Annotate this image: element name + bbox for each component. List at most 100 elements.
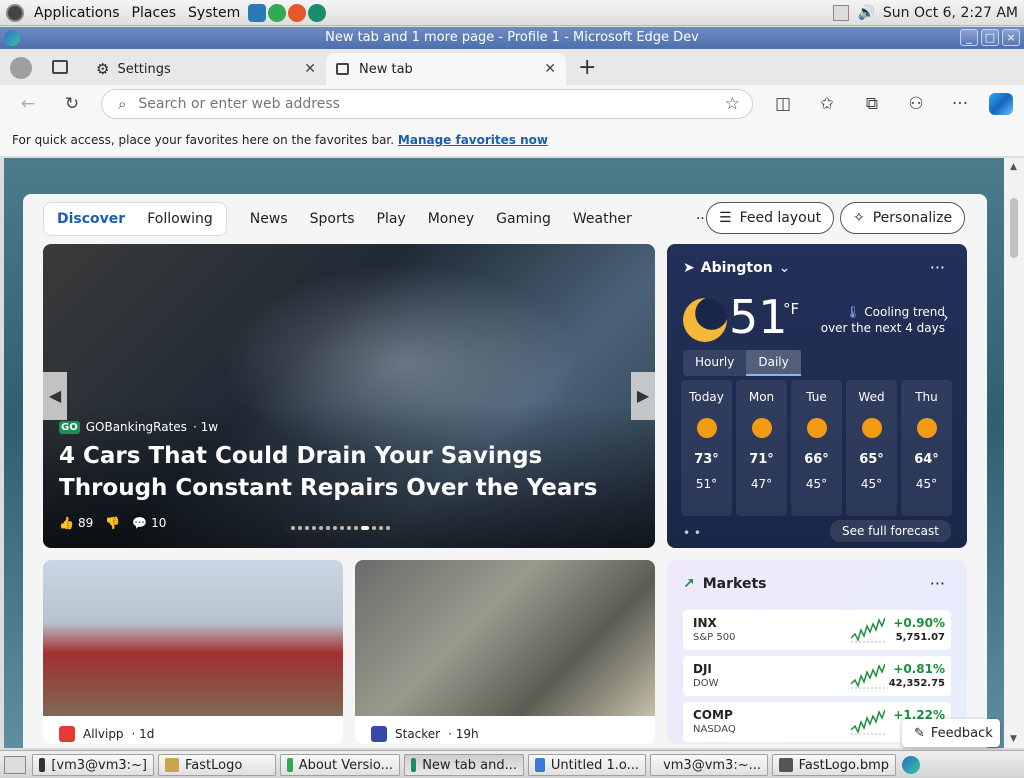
carousel-dot[interactable] xyxy=(305,526,309,530)
menu-places[interactable]: Places xyxy=(126,5,183,21)
forecast-day[interactable]: Tue 66° 45° xyxy=(791,380,842,516)
nav-weather[interactable]: Weather xyxy=(562,211,643,227)
collections-icon[interactable]: ⧉ xyxy=(861,93,883,115)
address-bar[interactable]: ⌕ ☆ xyxy=(101,89,753,119)
forecast-day[interactable]: Today 73° 51° xyxy=(681,380,732,516)
tab-actions-icon[interactable] xyxy=(52,60,68,74)
carousel-dot[interactable] xyxy=(312,526,316,530)
favorites-icon[interactable]: ✩ xyxy=(816,93,838,115)
show-desktop-icon[interactable] xyxy=(4,756,26,774)
market-row[interactable]: INX S&P 500 +0.90% 5,751.07 xyxy=(683,610,951,650)
hero-source[interactable]: GO GOBankingRates · 1w xyxy=(59,420,218,434)
tab-hourly[interactable]: Hourly xyxy=(683,350,746,376)
menu-system[interactable]: System xyxy=(182,5,246,21)
weather-trend[interactable]: 🌡 Cooling trend over the next 4 days xyxy=(817,304,945,336)
market-row[interactable]: DJI DOW +0.81% 42,352.75 xyxy=(683,656,951,696)
carousel-dot[interactable] xyxy=(298,526,302,530)
scroll-down-arrow-icon[interactable]: ▼ xyxy=(1010,734,1017,744)
carousel-dot[interactable] xyxy=(340,526,344,530)
tray-edge-icon[interactable] xyxy=(902,756,920,774)
tab-following[interactable]: Following xyxy=(136,205,224,233)
forecast-day[interactable]: Mon 71° 47° xyxy=(736,380,787,516)
window-titlebar[interactable]: New tab and 1 more page - Profile 1 - Mi… xyxy=(0,27,1024,49)
weather-unit[interactable]: °F xyxy=(783,300,799,318)
page-scrollbar[interactable]: ▲ ▼ xyxy=(1004,158,1024,748)
nav-money[interactable]: Money xyxy=(417,211,485,227)
carousel-dot[interactable] xyxy=(291,526,295,530)
hero-headline[interactable]: 4 Cars That Could Drain Your Savings Thr… xyxy=(59,440,639,504)
taskbar-item[interactable]: vm3@vm3:~... xyxy=(650,754,768,776)
comment-icon[interactable]: 💬 xyxy=(132,516,147,530)
manage-favorites-link[interactable]: Manage favorites now xyxy=(398,133,548,147)
profile-avatar-icon[interactable] xyxy=(10,57,32,79)
weather-location[interactable]: ➤ Abington ⌄ xyxy=(683,260,790,276)
card-image[interactable] xyxy=(355,560,655,716)
weather-page-dots[interactable]: • • xyxy=(683,526,701,540)
extensions-icon[interactable]: ⚇ xyxy=(905,93,927,115)
carousel-dot[interactable] xyxy=(372,526,376,530)
tab-new-tab[interactable]: New tab ✕ xyxy=(326,53,566,85)
taskbar-item[interactable]: About Versio... xyxy=(280,754,400,776)
chrome-launcher-icon[interactable] xyxy=(268,3,287,22)
split-screen-icon[interactable]: ◫ xyxy=(772,93,794,115)
forecast-day[interactable]: Thu 64° 45° xyxy=(901,380,952,516)
tab-daily[interactable]: Daily xyxy=(746,350,801,376)
settings-more-icon[interactable]: ··· xyxy=(949,93,971,115)
tab-settings[interactable]: ⚙ Settings ✕ xyxy=(86,53,326,85)
carousel-dot[interactable] xyxy=(347,526,351,530)
tab-new-tab-close-icon[interactable]: ✕ xyxy=(544,61,556,77)
edge-dev-launcher-icon[interactable] xyxy=(308,3,327,22)
dislike-icon[interactable]: 👎 xyxy=(105,516,120,530)
taskbar-item[interactable]: Untitled 1.o... xyxy=(528,754,646,776)
carousel-dot[interactable] xyxy=(379,526,383,530)
taskbar-item[interactable]: FastLogo xyxy=(158,754,276,776)
taskbar-item[interactable]: [vm3@vm3:~] xyxy=(32,754,154,776)
nav-gaming[interactable]: Gaming xyxy=(485,211,562,227)
news-card[interactable]: Stacker · 19h xyxy=(355,560,655,744)
markets-card[interactable]: ↗ Markets ··· INX S&P 500 +0.90% 5,751.07 DJ… xyxy=(667,560,967,744)
volume-icon[interactable]: 🔊 xyxy=(857,5,874,21)
hero-prev-arrow-icon[interactable]: ◀ xyxy=(43,372,67,420)
news-card[interactable]: Allvipp · 1d xyxy=(43,560,343,744)
hero-carousel[interactable]: ◀ ▶ GO GOBankingRates · 1w 4 Cars That C… xyxy=(43,244,655,548)
tab-settings-close-icon[interactable]: ✕ xyxy=(304,61,316,77)
forecast-day[interactable]: Wed 65° 45° xyxy=(846,380,897,516)
address-input[interactable] xyxy=(138,96,725,112)
carousel-dot[interactable] xyxy=(326,526,330,530)
markets-header[interactable]: ↗ Markets xyxy=(683,576,766,592)
hero-next-arrow-icon[interactable]: ▶ xyxy=(631,372,655,420)
maximize-button[interactable]: □ xyxy=(981,29,999,46)
like-icon[interactable]: 👍 xyxy=(59,516,74,530)
menu-applications[interactable]: Applications xyxy=(28,5,126,21)
carousel-dot[interactable] xyxy=(361,526,369,530)
copilot-icon[interactable] xyxy=(989,93,1013,115)
carousel-dot[interactable] xyxy=(386,526,390,530)
feedback-button[interactable]: ✎ Feedback xyxy=(902,719,1000,747)
taskbar-item[interactable]: New tab and... xyxy=(404,754,524,776)
carousel-dot[interactable] xyxy=(354,526,358,530)
back-arrow-icon[interactable]: ← xyxy=(17,93,39,115)
network-icon[interactable] xyxy=(833,4,850,21)
close-window-button[interactable]: × xyxy=(1002,29,1020,46)
carousel-dot[interactable] xyxy=(319,526,323,530)
card-source[interactable]: Allvipp · 1d xyxy=(59,726,154,742)
carousel-dot[interactable] xyxy=(333,526,337,530)
scroll-up-arrow-icon[interactable]: ▲ xyxy=(1010,162,1017,172)
favorite-star-icon[interactable]: ☆ xyxy=(725,94,740,114)
carousel-dots[interactable] xyxy=(285,523,396,533)
nav-play[interactable]: Play xyxy=(366,211,417,227)
firefox-launcher-icon[interactable] xyxy=(288,3,307,22)
weather-card[interactable]: ➤ Abington ⌄ ··· 51 °F 🌡 Cooling trend o… xyxy=(667,244,967,548)
minimize-button[interactable]: _ xyxy=(960,29,978,46)
personalize-button[interactable]: ✧ Personalize xyxy=(840,202,966,234)
scrollbar-thumb[interactable] xyxy=(1010,198,1018,258)
refresh-icon[interactable]: ↻ xyxy=(61,93,83,115)
markets-more-icon[interactable]: ··· xyxy=(930,574,945,593)
chevron-right-icon[interactable]: › xyxy=(943,310,949,326)
vscode-launcher-icon[interactable] xyxy=(248,3,267,22)
new-tab-plus-icon[interactable]: + xyxy=(578,55,596,80)
applications-menu[interactable]: Applications xyxy=(0,3,126,22)
feed-layout-button[interactable]: ☰ Feed layout xyxy=(706,202,835,234)
weather-more-icon[interactable]: ··· xyxy=(930,258,945,277)
taskbar-item[interactable]: FastLogo.bmp xyxy=(772,754,896,776)
